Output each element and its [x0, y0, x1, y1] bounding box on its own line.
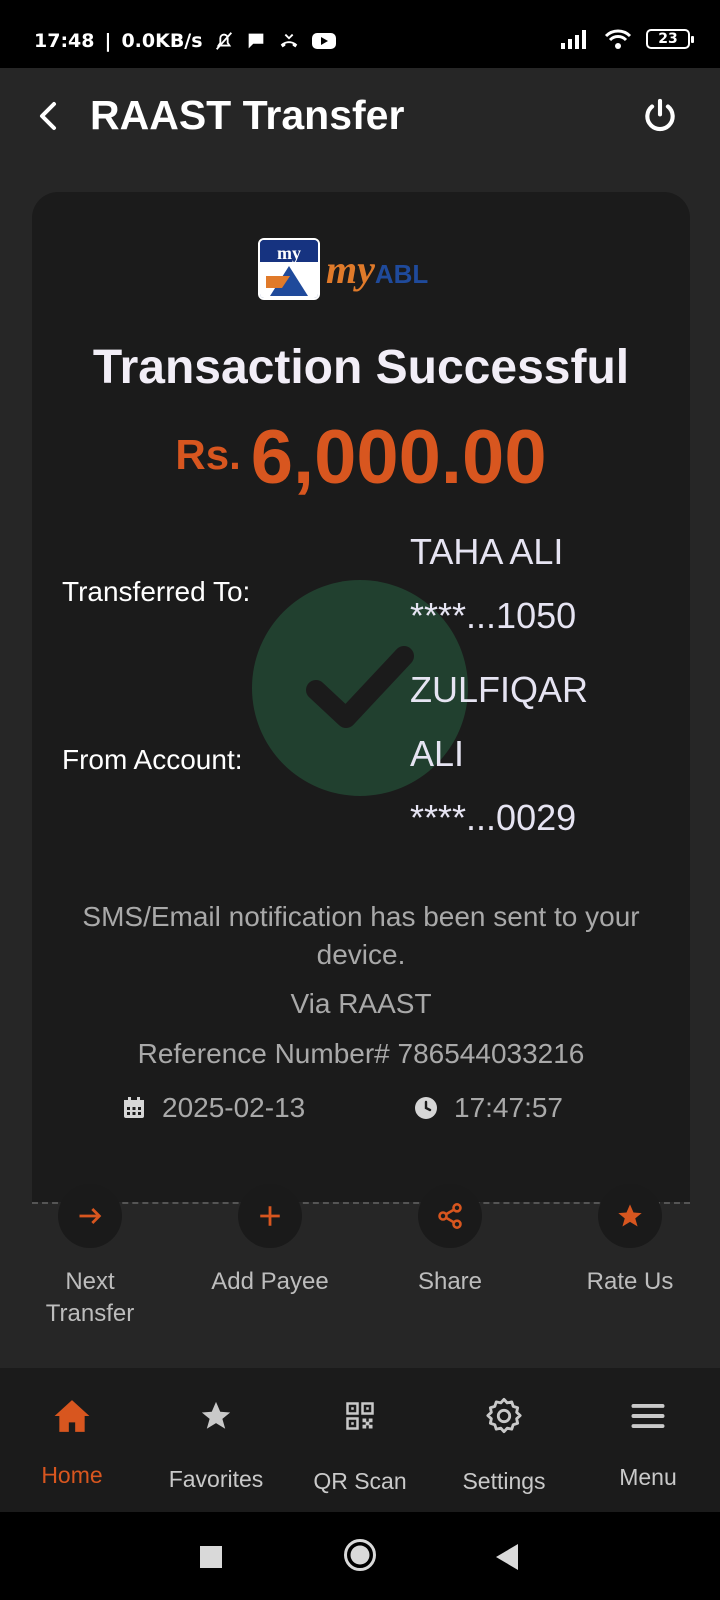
home-icon: [54, 1400, 90, 1432]
nav-favorites-label: Favorites: [168, 1466, 264, 1492]
status-left: 17:48 | 0.0KB/s: [34, 30, 337, 52]
from-account-label: From Account:: [62, 744, 243, 775]
wifi-icon: [604, 29, 632, 49]
arrow-right-icon: [79, 1208, 102, 1224]
rate-us-button[interactable]: Rate Us: [555, 1184, 705, 1298]
sender-name-line2: ALI: [410, 733, 465, 774]
sender-name-line1: ZULFIQAR: [410, 669, 589, 710]
success-heading: Transaction Successful: [92, 341, 630, 394]
signal-icon: [561, 30, 586, 49]
star-icon: [618, 1204, 642, 1227]
nav-home-label: Home: [41, 1462, 103, 1488]
rate-us-label: Rate Us: [586, 1268, 674, 1295]
receipt-card: my myABL Transaction Successful Rs. 6,000…: [32, 192, 690, 1202]
nav-favorites[interactable]: Favorites: [144, 1368, 288, 1512]
add-payee-button[interactable]: Add Payee: [195, 1184, 345, 1298]
hamburger-icon: [631, 1404, 665, 1428]
status-bar: 17:48 | 0.0KB/s 23: [0, 0, 720, 68]
status-right: 23: [560, 28, 694, 50]
logo-text: myABL: [326, 246, 429, 292]
recents-button[interactable]: [200, 1546, 222, 1573]
square-icon: [200, 1546, 222, 1568]
calendar-icon: [124, 1097, 144, 1118]
network-speed: 0.0KB/s: [121, 30, 203, 52]
logout-button[interactable]: [638, 94, 682, 138]
share-label: Share: [417, 1268, 483, 1295]
logo-badge: my: [258, 238, 320, 300]
star-icon: [201, 1401, 231, 1429]
power-icon: [645, 98, 675, 132]
gear-icon: [486, 1397, 522, 1434]
next-transfer-label: Next Transfer: [45, 1268, 135, 1327]
page-title: RAAST Transfer: [90, 92, 405, 138]
from-account-value: ZULFIQAR ALI ****...0029: [410, 658, 588, 850]
payee-name: TAHA ALI: [410, 531, 564, 572]
missed-call-icon: [280, 33, 297, 48]
nav-menu-label: Menu: [619, 1464, 677, 1490]
system-navigation-bar: [0, 1512, 720, 1600]
mute-bell-icon: [215, 32, 232, 50]
bottom-navigation: Home Favorites QR Scan Settings Menu: [0, 1368, 720, 1512]
status-time: 17:48: [34, 30, 95, 52]
add-payee-label: Add Payee: [211, 1268, 329, 1295]
home-system-button[interactable]: [343, 1538, 377, 1577]
transfer-channel: Via RAAST: [290, 988, 432, 1019]
sender-account: ****...0029: [410, 797, 577, 838]
amount-display: Rs. 6,000.00: [32, 414, 690, 501]
chat-icon: [248, 33, 263, 49]
currency-label: Rs.: [175, 431, 241, 478]
share-icon: [438, 1203, 462, 1229]
clock-icon: [415, 1097, 437, 1119]
triangle-back-icon: [496, 1544, 518, 1570]
battery-indicator: 23: [646, 29, 694, 49]
reference-number: Reference Number# 786544033216: [137, 1038, 585, 1069]
transferred-to-value: TAHA ALI ****...1050: [410, 520, 576, 648]
nav-settings-label: Settings: [462, 1468, 546, 1494]
nav-qr-scan[interactable]: QR Scan: [288, 1368, 432, 1512]
nav-menu[interactable]: Menu: [576, 1368, 720, 1512]
nav-qr-scan-label: QR Scan: [313, 1468, 407, 1494]
nav-settings[interactable]: Settings: [432, 1368, 576, 1512]
transaction-time: 17:47:57: [414, 1092, 563, 1124]
payee-account: ****...1050: [410, 595, 577, 636]
notification-notice: SMS/Email notification has been sent to …: [82, 901, 640, 970]
youtube-icon: [311, 33, 336, 49]
back-arrow-icon: [40, 102, 56, 130]
transferred-to-label: Transferred To:: [62, 576, 251, 607]
back-system-button[interactable]: [496, 1544, 518, 1575]
amount-value: 6,000.00: [250, 415, 547, 500]
myabl-logo: my myABL: [258, 238, 428, 300]
plus-icon: [260, 1206, 280, 1226]
circle-icon: [344, 1539, 376, 1571]
share-button[interactable]: Share: [375, 1184, 525, 1298]
qr-icon: [346, 1402, 374, 1430]
next-transfer-button[interactable]: Next Transfer: [15, 1184, 165, 1330]
app-bar: RAAST Transfer: [0, 68, 720, 168]
transaction-date: 2025-02-13: [122, 1092, 305, 1124]
back-button[interactable]: [28, 96, 68, 136]
nav-home[interactable]: Home: [0, 1368, 144, 1512]
